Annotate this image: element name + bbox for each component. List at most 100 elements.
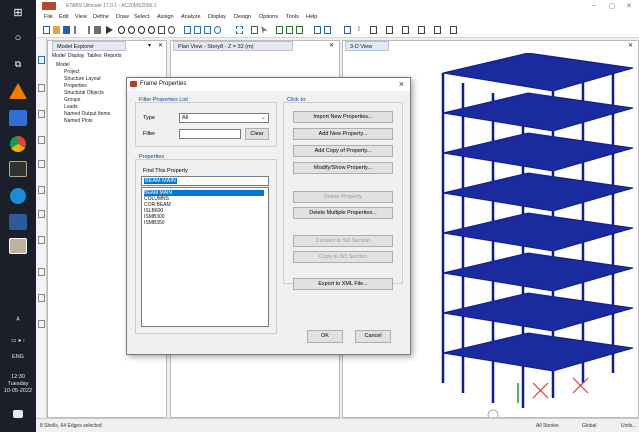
list-item[interactable]: ISMB350 bbox=[144, 220, 264, 226]
subtab-model[interactable]: Model bbox=[52, 53, 66, 59]
section-icon[interactable]: I bbox=[358, 26, 365, 34]
draw-beam-icon[interactable] bbox=[286, 26, 293, 34]
tab-plan-view[interactable]: Plan View - Story8 - Z = 32 (m) bbox=[173, 41, 293, 51]
new-model-icon[interactable] bbox=[43, 26, 50, 34]
dropdown-a-icon[interactable] bbox=[370, 26, 377, 34]
select-all-icon[interactable] bbox=[251, 26, 258, 34]
find-property-input[interactable]: BEAM MAIN bbox=[141, 176, 269, 186]
menu-file[interactable]: File bbox=[44, 14, 53, 20]
refresh-icon[interactable] bbox=[168, 26, 175, 34]
close-button[interactable]: ✕ bbox=[626, 2, 632, 10]
menu-view[interactable]: View bbox=[75, 14, 87, 20]
subtab-display[interactable]: Display bbox=[68, 53, 84, 59]
copy-sd-button[interactable]: Copy to SD Section bbox=[293, 251, 393, 263]
menu-define[interactable]: Define bbox=[93, 14, 109, 20]
clock-time[interactable]: 12:30 bbox=[0, 374, 36, 381]
type-select[interactable]: All ⌄ bbox=[179, 113, 269, 123]
export-xml-button[interactable]: Export to XML File... bbox=[293, 278, 393, 290]
close-panel-icon[interactable]: ✕ bbox=[158, 42, 163, 49]
tree-item-loads[interactable]: Loads bbox=[64, 104, 78, 110]
dropdown-e-icon[interactable] bbox=[434, 26, 441, 34]
menu-display[interactable]: Display bbox=[208, 14, 226, 20]
minimize-button[interactable]: – bbox=[592, 2, 596, 9]
tab-3d-view[interactable]: 3-D View bbox=[345, 41, 389, 51]
delete-multiple-button[interactable]: Delete Multiple Properties... bbox=[293, 207, 393, 219]
zoom-in-icon[interactable] bbox=[128, 26, 135, 34]
lock-icon[interactable] bbox=[94, 26, 101, 34]
menu-edit[interactable]: Edit bbox=[59, 14, 68, 20]
grid-icon[interactable] bbox=[236, 26, 243, 34]
convert-sd-button[interactable]: Convert to SD Section bbox=[293, 235, 393, 247]
add-property-button[interactable]: Add New Property... bbox=[293, 128, 393, 140]
tree-item-structure-layout[interactable]: Structure Layout bbox=[64, 76, 101, 82]
draw-grid-icon[interactable] bbox=[38, 160, 45, 168]
rotate-icon[interactable] bbox=[214, 26, 221, 34]
etabs-icon[interactable] bbox=[9, 161, 27, 177]
filter-input[interactable] bbox=[179, 129, 241, 139]
redo-icon[interactable] bbox=[83, 26, 90, 34]
zoom-out-icon[interactable] bbox=[138, 26, 145, 34]
tree-item-project[interactable]: Project bbox=[64, 69, 80, 75]
open-icon[interactable] bbox=[53, 26, 60, 34]
draw-brace-icon[interactable] bbox=[38, 110, 45, 118]
menu-options[interactable]: Options bbox=[259, 14, 278, 20]
search-icon[interactable]: ○ bbox=[9, 31, 27, 47]
tree-item-groups[interactable]: Groups bbox=[64, 97, 80, 103]
draw-area-icon[interactable] bbox=[38, 136, 45, 144]
menu-help[interactable]: Help bbox=[306, 14, 317, 20]
draw-column-icon[interactable] bbox=[296, 26, 303, 34]
user-icon[interactable]: ᴬ bbox=[0, 317, 36, 325]
save-icon[interactable] bbox=[63, 26, 70, 34]
dropdown-c-icon[interactable] bbox=[402, 26, 409, 34]
delete-property-button[interactable]: Delete Property bbox=[293, 191, 393, 203]
menu-analyze[interactable]: Analyze bbox=[181, 14, 201, 20]
tree-item-named-plots[interactable]: Named Plots bbox=[64, 118, 93, 124]
language-indicator[interactable]: ENG bbox=[0, 354, 36, 361]
pin-icon[interactable]: ▾ bbox=[148, 42, 151, 49]
close-3d-icon[interactable]: ✕ bbox=[628, 42, 633, 49]
3d-view-icon[interactable] bbox=[184, 26, 191, 34]
draw-point-icon[interactable] bbox=[38, 236, 45, 244]
notification-icon[interactable] bbox=[13, 410, 23, 418]
import-properties-button[interactable]: Import New Properties... bbox=[293, 111, 393, 123]
menu-tools[interactable]: Tools bbox=[286, 14, 299, 20]
elevation-view-icon[interactable] bbox=[204, 26, 211, 34]
draw-slab-icon[interactable] bbox=[314, 26, 321, 34]
draw-reference-icon[interactable] bbox=[38, 320, 45, 328]
tray-icons[interactable]: ▭ ● › bbox=[0, 338, 36, 345]
status-units-button[interactable]: Units... bbox=[621, 423, 637, 429]
pan-icon[interactable] bbox=[158, 26, 165, 34]
draw-line-icon[interactable] bbox=[38, 84, 45, 92]
task-view-icon[interactable]: ⧉ bbox=[9, 57, 27, 73]
run-analysis-icon[interactable] bbox=[106, 26, 113, 34]
draw-wall-tool-icon[interactable] bbox=[38, 210, 45, 218]
dropdown-d-icon[interactable] bbox=[418, 26, 425, 34]
windows-start-icon[interactable]: ⊞ bbox=[9, 6, 27, 22]
app-icon-active[interactable] bbox=[9, 238, 27, 254]
tree-item-named-output-items[interactable]: Named Output Items bbox=[64, 111, 110, 117]
maximize-button[interactable]: ▢ bbox=[609, 2, 616, 10]
pointer-tool-icon[interactable] bbox=[38, 56, 45, 64]
dropdown-f-icon[interactable] bbox=[450, 26, 457, 34]
ok-button[interactable]: OK bbox=[307, 330, 343, 343]
tree-item-properties[interactable]: Properties bbox=[64, 83, 87, 89]
chrome-icon[interactable] bbox=[10, 136, 26, 152]
modify-show-button[interactable]: Modify/Show Property... bbox=[293, 162, 393, 174]
clear-button[interactable]: Clear bbox=[245, 128, 269, 140]
subtab-tables[interactable]: Tables bbox=[87, 53, 101, 59]
status-global-dropdown[interactable]: Global bbox=[582, 423, 596, 429]
close-plan-icon[interactable]: ✕ bbox=[329, 42, 334, 49]
subtab-reports[interactable]: Reports bbox=[104, 53, 122, 59]
dialog-close-button[interactable]: × bbox=[399, 79, 404, 89]
vlc-icon[interactable] bbox=[9, 83, 27, 99]
draw-wall-icon[interactable] bbox=[324, 26, 331, 34]
app-icon-navy[interactable] bbox=[9, 214, 27, 230]
cancel-button[interactable]: Cancel bbox=[355, 330, 391, 343]
status-stories-dropdown[interactable]: All Stories bbox=[536, 423, 559, 429]
draw-opening-icon[interactable] bbox=[38, 186, 45, 194]
menu-design[interactable]: Design bbox=[234, 14, 251, 20]
tree-item-model[interactable]: Model bbox=[56, 62, 70, 68]
dropdown-b-icon[interactable] bbox=[386, 26, 393, 34]
draw-section-cut-icon[interactable] bbox=[38, 294, 45, 302]
menu-assign[interactable]: Assign bbox=[157, 14, 174, 20]
